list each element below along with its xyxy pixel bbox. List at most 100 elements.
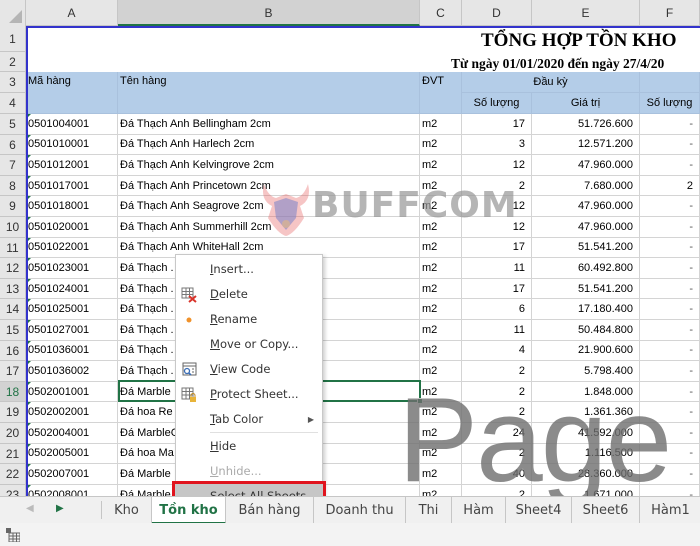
- row-header-10[interactable]: 10: [0, 217, 26, 238]
- cell-value[interactable]: 17.180.400: [532, 299, 640, 320]
- row-header-12[interactable]: 12: [0, 258, 26, 279]
- column-header-e[interactable]: E: [532, 0, 640, 26]
- menu-item-insert[interactable]: Insert...: [176, 257, 322, 282]
- cell-value[interactable]: 47.960.000: [532, 155, 640, 176]
- prev-sheet-arrow-icon[interactable]: ◀: [26, 503, 34, 514]
- row-header-5[interactable]: 5: [0, 114, 26, 135]
- sheet-tab-sheet4[interactable]: Sheet4: [506, 497, 572, 524]
- cell-code[interactable]: 0501025001: [26, 299, 118, 320]
- column-header-d[interactable]: D: [462, 0, 532, 26]
- row-header-6[interactable]: 6: [0, 134, 26, 156]
- cell-code[interactable]: 0502008001: [26, 484, 118, 496]
- cell-qty[interactable]: 2: [462, 484, 532, 496]
- header-so-luong[interactable]: Số lượng: [462, 93, 532, 114]
- row-header-4[interactable]: 4: [0, 93, 26, 114]
- cell-code[interactable]: 0501010001: [26, 134, 118, 156]
- cell-code[interactable]: 0501012001: [26, 155, 118, 176]
- menu-item-protect-sheet[interactable]: Protect Sheet...: [176, 382, 322, 407]
- menu-item-move-or-copy[interactable]: Move or Copy...: [176, 332, 322, 357]
- cell-f[interactable]: -: [640, 381, 700, 403]
- sheet-tab-hàm[interactable]: Hàm: [452, 497, 506, 524]
- cell-value[interactable]: 7.680.000: [532, 175, 640, 197]
- cell-code[interactable]: 0502002001: [26, 402, 118, 423]
- cell-f[interactable]: -: [640, 484, 700, 496]
- cell-f[interactable]: -: [640, 320, 700, 341]
- menu-item-tab-color[interactable]: Tab Color ▶: [176, 407, 322, 432]
- row-header-15[interactable]: 15: [0, 320, 26, 341]
- cell-f[interactable]: -: [640, 278, 700, 300]
- menu-item-rename[interactable]: Rename: [176, 307, 322, 332]
- cell-code[interactable]: 0502005001: [26, 443, 118, 465]
- cell-f[interactable]: -: [640, 258, 700, 279]
- sheet-tab-hàm1[interactable]: Hàm1: [640, 497, 700, 524]
- cell-code[interactable]: 0501020001: [26, 217, 118, 238]
- cell-name[interactable]: Đá Thạch Anh Seagrove 2cm: [118, 196, 420, 217]
- cell-f[interactable]: -: [640, 237, 700, 259]
- cell-f[interactable]: -: [640, 464, 700, 485]
- cell-code[interactable]: 0501022001: [26, 237, 118, 259]
- macro-record-icon[interactable]: [6, 528, 20, 542]
- sheet-tab-thi[interactable]: Thi: [406, 497, 452, 524]
- select-all-corner[interactable]: [0, 0, 26, 26]
- cell-f[interactable]: -: [640, 155, 700, 176]
- cell-qty[interactable]: 12: [462, 196, 532, 217]
- cell-unit[interactable]: m2: [420, 361, 462, 382]
- cell-unit[interactable]: m2: [420, 175, 462, 197]
- cell-value[interactable]: 51.541.200: [532, 237, 640, 259]
- cell-f[interactable]: -: [640, 196, 700, 217]
- cell-value[interactable]: 21.900.600: [532, 340, 640, 362]
- cell-name[interactable]: Đá Thạch Anh Harlech 2cm: [118, 134, 420, 156]
- cell-qty[interactable]: 2: [462, 443, 532, 465]
- cell-qty[interactable]: 6: [462, 299, 532, 320]
- row-header-17[interactable]: 17: [0, 361, 26, 382]
- cell-unit[interactable]: m2: [420, 464, 462, 485]
- column-header-b[interactable]: B: [118, 0, 420, 26]
- cell-code[interactable]: 0501017001: [26, 175, 118, 197]
- cell-qty[interactable]: 40: [462, 464, 532, 485]
- header-gia-tri[interactable]: Giá trị: [532, 93, 640, 114]
- cell-value[interactable]: 1.116.500: [532, 443, 640, 465]
- row-header-7[interactable]: 7: [0, 155, 26, 176]
- worksheet-grid[interactable]: TỔNG HỢP TỒN KHO Từ ngày 01/01/2020 đến …: [26, 26, 700, 496]
- cell-unit[interactable]: m2: [420, 134, 462, 156]
- row-header-14[interactable]: 14: [0, 299, 26, 320]
- row-header-1[interactable]: 1: [0, 26, 26, 52]
- cell-code[interactable]: 0502007001: [26, 464, 118, 485]
- cell-name[interactable]: Đá Thạch Anh Summerhill 2cm: [118, 217, 420, 238]
- cell-unit[interactable]: m2: [420, 278, 462, 300]
- cell-unit[interactable]: m2: [420, 381, 462, 403]
- cell-qty[interactable]: 11: [462, 258, 532, 279]
- cell-unit[interactable]: m2: [420, 484, 462, 496]
- cell-code[interactable]: 0502001001: [26, 381, 118, 403]
- cell-qty[interactable]: 12: [462, 217, 532, 238]
- cell-f[interactable]: -: [640, 361, 700, 382]
- cell-code[interactable]: 0502004001: [26, 423, 118, 444]
- cell-qty[interactable]: 17: [462, 237, 532, 259]
- cell-qty[interactable]: 2: [462, 381, 532, 403]
- menu-item-delete[interactable]: Delete: [176, 282, 322, 307]
- cell-code[interactable]: 0501018001: [26, 196, 118, 217]
- cell-name[interactable]: Đá Thạch Anh Kelvingrove 2cm: [118, 155, 420, 176]
- row-header-20[interactable]: 20: [0, 423, 26, 444]
- row-header-9[interactable]: 9: [0, 196, 26, 217]
- cell-name[interactable]: Đá Thạch Anh Princetown 2cm: [118, 175, 420, 197]
- cell-f[interactable]: -: [640, 114, 700, 135]
- cell-qty[interactable]: 4: [462, 340, 532, 362]
- next-sheet-arrow-icon[interactable]: ▶: [56, 503, 64, 514]
- cell-value[interactable]: 50.484.800: [532, 320, 640, 341]
- cell-value[interactable]: 60.492.800: [532, 258, 640, 279]
- cell-qty[interactable]: 24: [462, 423, 532, 444]
- header-f3[interactable]: [640, 72, 700, 93]
- cell-unit[interactable]: m2: [420, 340, 462, 362]
- sheet-tab-tồn-kho[interactable]: Tồn kho: [152, 497, 226, 524]
- cell-value[interactable]: 1.361.360: [532, 402, 640, 423]
- row-header-3[interactable]: 3: [0, 72, 26, 93]
- cell-qty[interactable]: 2: [462, 402, 532, 423]
- sheet-tab-kho[interactable]: Kho: [102, 497, 152, 524]
- cell-f[interactable]: -: [640, 402, 700, 423]
- row-header-8[interactable]: 8: [0, 175, 26, 197]
- cell-value[interactable]: 51.541.200: [532, 278, 640, 300]
- cell-unit[interactable]: m2: [420, 320, 462, 341]
- cell-unit[interactable]: m2: [420, 258, 462, 279]
- row-header-2[interactable]: 2: [0, 52, 26, 72]
